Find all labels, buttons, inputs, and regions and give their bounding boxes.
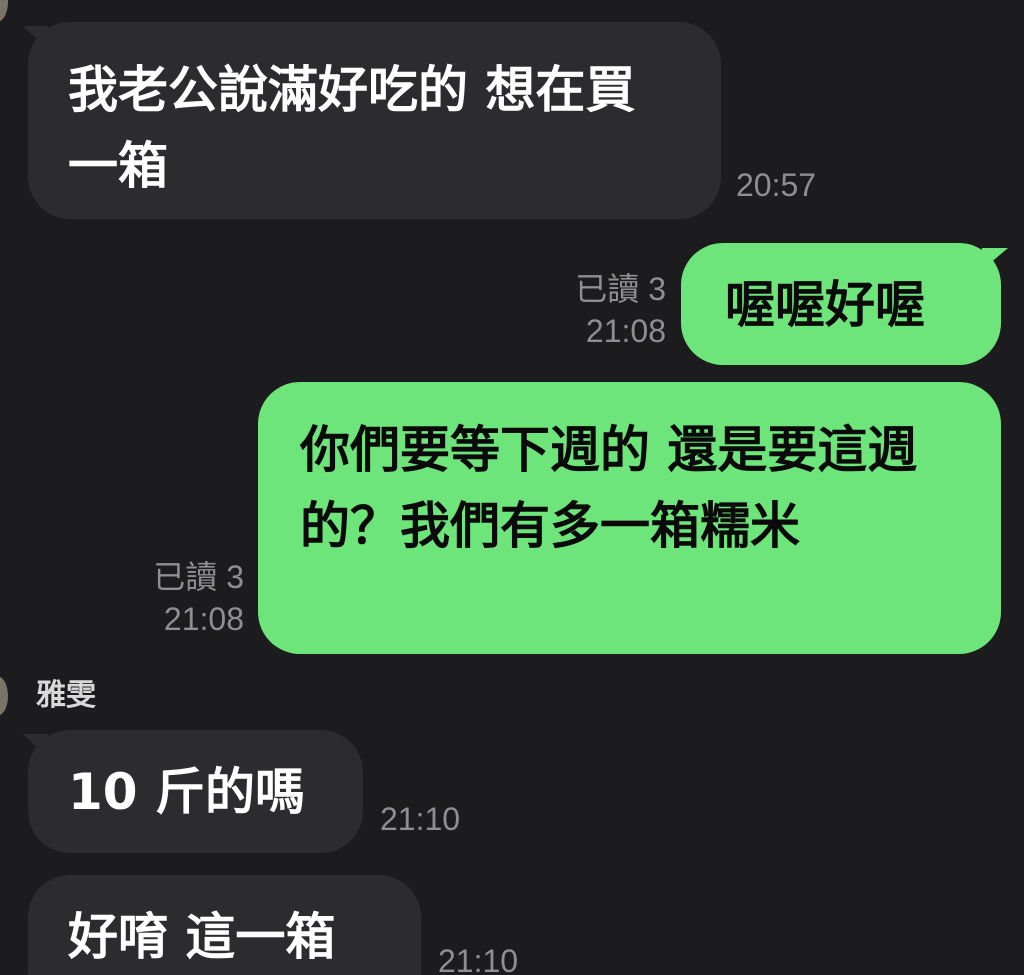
incoming-message-bubble[interactable]: 我老公說滿好吃的 想在買一箱	[28, 22, 721, 219]
read-receipt: 已讀 3	[575, 271, 666, 307]
sender-name: 雅雯	[36, 678, 96, 713]
message-text: 我老公說滿好吃的 想在買一箱	[68, 61, 636, 195]
read-receipt: 已讀 3	[153, 559, 244, 595]
chat-conversation[interactable]: 我老公說滿好吃的 想在買一箱 20:57 喔喔好喔 已讀 3 21:08 你們要…	[0, 0, 1024, 975]
sender-avatar[interactable]	[0, 0, 8, 22]
message-text: 好唷 這一箱	[68, 908, 336, 966]
outgoing-message-bubble[interactable]: 喔喔好喔	[681, 243, 1001, 365]
message-text: 10 斤的嗎	[68, 763, 305, 821]
incoming-message-bubble[interactable]: 10 斤的嗎	[28, 730, 363, 853]
message-text: 你們要等下週的 還是要這週的？我們有多一箱糯米	[300, 421, 918, 555]
message-meta: 20:57	[736, 164, 816, 206]
outgoing-message-bubble[interactable]: 你們要等下週的 還是要這週的？我們有多一箱糯米	[258, 382, 1001, 654]
message-text: 喔喔好喔	[725, 276, 925, 334]
message-time: 21:10	[380, 801, 461, 837]
message-meta: 已讀 3 21:08	[116, 556, 244, 640]
sender-avatar[interactable]	[0, 676, 8, 716]
message-time: 21:10	[438, 943, 519, 975]
message-time: 21:08	[163, 601, 244, 637]
incoming-message-bubble[interactable]: 好唷 這一箱	[28, 875, 421, 975]
message-time: 21:08	[585, 313, 666, 349]
message-meta: 21:10	[380, 798, 460, 840]
message-meta: 21:10	[438, 940, 518, 975]
message-time: 20:57	[736, 167, 817, 203]
message-meta: 已讀 3 21:08	[540, 268, 666, 352]
